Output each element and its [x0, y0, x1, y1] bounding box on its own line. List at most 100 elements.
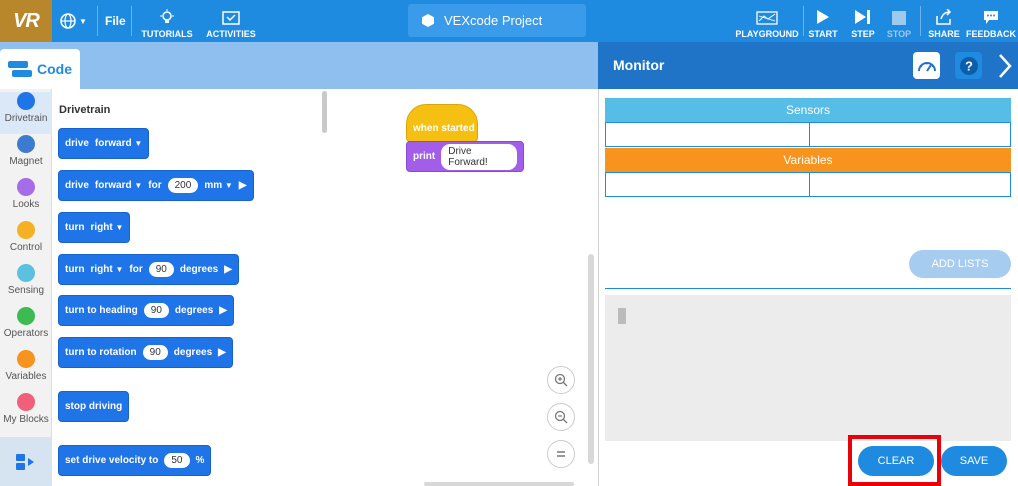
category-looks[interactable]: Looks: [0, 178, 52, 220]
playground-label: PLAYGROUND: [735, 29, 799, 39]
palette-scrollbar[interactable]: [322, 91, 327, 133]
stop-button[interactable]: STOP: [884, 3, 914, 39]
variable-slot[interactable]: [605, 172, 810, 197]
tutorials-label: TUTORIALS: [141, 29, 193, 39]
block-text: degrees: [173, 347, 213, 358]
vexcode-vr-app: VR ▼ File TUTORIALS ACTIVITIES VEXcode P…: [0, 0, 1018, 486]
dropdown-value: right: [90, 264, 113, 275]
section-divider: [605, 288, 1011, 289]
speedometer-icon: [917, 61, 936, 72]
category-label: Variables: [5, 371, 47, 382]
save-button[interactable]: SAVE: [941, 446, 1007, 476]
category-sensing[interactable]: Sensing: [0, 264, 52, 306]
sensor-slot[interactable]: [605, 122, 810, 147]
stop-label: STOP: [886, 29, 912, 39]
add-lists-button[interactable]: ADD LISTS: [909, 250, 1011, 278]
dropdown-value: mm: [204, 180, 223, 191]
zoom-in-button[interactable]: [547, 366, 575, 394]
extensions-button[interactable]: [0, 437, 52, 486]
start-button[interactable]: START: [806, 3, 840, 39]
project-title: VEXcode Project: [444, 13, 543, 28]
category-my-blocks[interactable]: My Blocks: [0, 393, 52, 435]
dashboard-button[interactable]: [913, 52, 940, 79]
sensors-header: Sensors: [605, 98, 1011, 122]
language-menu[interactable]: ▼: [60, 11, 90, 31]
monitor-header: Monitor ?: [598, 42, 1018, 89]
playground-button[interactable]: PLAYGROUND: [734, 3, 800, 39]
category-control[interactable]: Control: [0, 221, 52, 263]
category-label: Operators: [3, 328, 49, 339]
category-label: My Blocks: [3, 414, 49, 425]
tutorials-button[interactable]: TUTORIALS: [140, 3, 194, 39]
block-stop-driving[interactable]: stop driving: [58, 391, 130, 422]
project-name-field[interactable]: VEXcode Project: [408, 4, 586, 37]
distance-input[interactable]: 200: [167, 178, 199, 193]
direction-dropdown[interactable]: forward ▼: [95, 138, 142, 149]
block-drive-for[interactable]: drive forward ▼ for 200 mm ▼ ▶: [58, 170, 254, 201]
block-set-drive-velocity[interactable]: set drive velocity to 50 %: [58, 445, 212, 476]
step-button[interactable]: STEP: [848, 3, 878, 39]
category-variables[interactable]: Variables: [0, 350, 52, 392]
feedback-icon: [984, 11, 998, 24]
caret-down-icon: ▼: [224, 181, 233, 190]
heading-input[interactable]: 90: [143, 303, 169, 318]
direction-dropdown[interactable]: right ▼: [90, 264, 123, 275]
block-turn[interactable]: turn right ▼: [58, 212, 131, 243]
share-label: SHARE: [928, 29, 960, 39]
block-turn-for[interactable]: turn right ▼ for 90 degrees ▶: [58, 254, 239, 285]
print-text-input[interactable]: Drive Forward!: [441, 143, 517, 170]
category-label: Looks: [12, 199, 40, 210]
category-dot: [17, 178, 35, 196]
block-text: turn: [65, 222, 85, 233]
block-text: turn to heading: [65, 305, 138, 316]
angle-input[interactable]: 90: [148, 262, 174, 277]
block-text: %: [195, 455, 205, 466]
category-label: Control: [9, 242, 43, 253]
variable-slot[interactable]: [809, 172, 1011, 197]
category-magnet[interactable]: Magnet: [0, 135, 52, 177]
feedback-button[interactable]: FEEDBACK: [966, 3, 1016, 39]
hexagon-icon: [422, 14, 434, 27]
share-icon: [936, 9, 952, 25]
share-button[interactable]: SHARE: [926, 3, 962, 39]
category-operators[interactable]: Operators: [0, 307, 52, 349]
direction-dropdown[interactable]: right ▼: [90, 222, 123, 233]
category-dot: [17, 393, 35, 411]
help-button[interactable]: ?: [955, 52, 982, 79]
help-icon: ?: [959, 56, 978, 75]
chevron-right-icon: [999, 53, 1012, 78]
category-label: Magnet: [9, 156, 43, 167]
rotation-input[interactable]: 90: [142, 345, 168, 360]
block-when-started[interactable]: when started: [406, 104, 478, 142]
tab-code[interactable]: Code: [0, 49, 80, 89]
code-blocks-icon: [8, 61, 32, 77]
clear-button-highlight: [848, 435, 941, 486]
direction-dropdown[interactable]: forward ▼: [95, 180, 142, 191]
dropdown-value: right: [90, 222, 113, 233]
category-dot: [17, 307, 35, 325]
sensor-slot[interactable]: [809, 122, 1011, 147]
velocity-input[interactable]: 50: [164, 453, 190, 468]
unit-dropdown[interactable]: mm ▼: [204, 180, 233, 191]
collapse-panel-button[interactable]: [993, 52, 1017, 79]
workspace-vertical-scrollbar[interactable]: [588, 254, 594, 464]
file-menu[interactable]: File: [105, 14, 126, 28]
zoom-out-button[interactable]: [547, 403, 575, 431]
category-dot: [17, 135, 35, 153]
activities-button[interactable]: ACTIVITIES: [204, 3, 258, 39]
block-turn-to-rotation[interactable]: turn to rotation 90 degrees ▶: [58, 337, 233, 368]
block-print[interactable]: print Drive Forward!: [406, 141, 524, 172]
block-text: for: [129, 264, 143, 275]
block-text: for: [148, 180, 162, 191]
equals-icon: [557, 451, 565, 457]
reset-zoom-button[interactable]: [547, 440, 575, 468]
block-text: turn: [65, 264, 85, 275]
svg-text:?: ?: [965, 58, 973, 73]
category-drivetrain[interactable]: Drivetrain: [0, 92, 52, 134]
print-console[interactable]: [605, 295, 1011, 441]
divider: [803, 6, 804, 36]
block-text: when started: [413, 123, 475, 134]
block-turn-to-heading[interactable]: turn to heading 90 degrees ▶: [58, 295, 234, 326]
block-drive[interactable]: drive forward ▼: [58, 128, 150, 159]
workspace-horizontal-scrollbar[interactable]: [424, 482, 574, 486]
